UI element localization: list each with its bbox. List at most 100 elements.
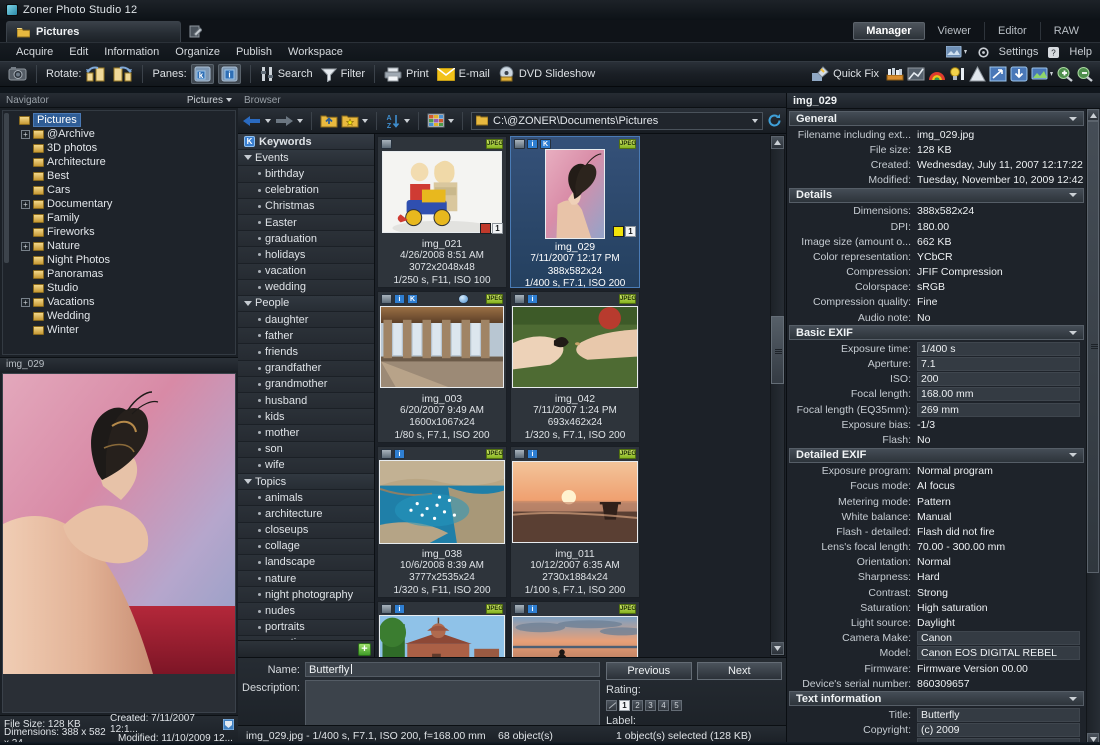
folder-tree-item-night-photos[interactable]: Night Photos <box>3 253 235 267</box>
info-row-value[interactable]: 269 mm <box>917 403 1080 417</box>
rating-option-3[interactable]: 3 <box>645 700 656 711</box>
sort-dropdown-icon[interactable] <box>404 119 410 123</box>
thumbnail-item[interactable]: iJPEGimg_01110/12/2007 6:35 AM2730x1884x… <box>510 446 640 598</box>
rotate-right-icon[interactable] <box>111 66 133 83</box>
thumbnail-item[interactable]: JPEG1img_0214/26/2008 8:51 AM3072x2048x4… <box>377 136 507 288</box>
keyword-item-christmas[interactable]: Christmas <box>238 199 374 215</box>
keyword-item-husband[interactable]: husband <box>238 393 374 409</box>
quick-fix-button[interactable]: Quick Fix <box>807 65 883 83</box>
folder-tree-item-studio[interactable]: Studio <box>3 281 235 295</box>
keyword-item-grandmother[interactable]: grandmother <box>238 377 374 393</box>
dvd-slideshow-button[interactable]: DVD Slideshow <box>494 65 599 83</box>
add-keyword-icon[interactable]: + <box>358 643 371 656</box>
thumbnail-item[interactable]: iJPEGimg_03810/6/2008 8:39 AM3777x2535x2… <box>377 446 507 598</box>
expand-icon[interactable]: + <box>21 130 30 139</box>
rating-option-2[interactable]: 2 <box>632 700 643 711</box>
keyword-item-collage[interactable]: collage <box>238 539 374 555</box>
favorite-folder-icon[interactable] <box>341 113 359 129</box>
thumbnail-item[interactable]: iJPEGimg_03110/8/2007 6:35 AM2882x1954x2… <box>510 601 640 657</box>
screen-mode-icon[interactable] <box>946 46 968 58</box>
back-arrow-icon[interactable] <box>242 114 262 128</box>
tree-scrollbar[interactable] <box>4 113 9 263</box>
filter-button[interactable]: Filter <box>317 66 369 83</box>
expand-icon[interactable]: + <box>21 298 30 307</box>
thumbnail-item[interactable]: iKJPEGimg_0036/20/2007 9:49 AM1600x1067x… <box>377 291 507 443</box>
expand-icon[interactable]: + <box>21 200 30 209</box>
rating-selector[interactable]: 12345 <box>606 700 782 711</box>
folder-tree-item-nature[interactable]: +Nature <box>3 239 235 253</box>
scroll-down-icon[interactable] <box>771 642 784 655</box>
print-button[interactable]: Print <box>380 66 433 83</box>
keyword-item-closeups[interactable]: closeups <box>238 523 374 539</box>
chevron-down-icon[interactable] <box>1069 331 1077 335</box>
keyword-item-daughter[interactable]: daughter <box>238 312 374 328</box>
info-row-value[interactable]: Canon <box>917 631 1080 645</box>
lighting-icon[interactable] <box>949 66 966 82</box>
folder-up-icon[interactable] <box>320 113 338 129</box>
keyword-item-birthday[interactable]: birthday <box>238 166 374 182</box>
info-section-details[interactable]: Details <box>789 188 1084 203</box>
keyword-item-nature[interactable]: nature <box>238 571 374 587</box>
rating-option-5[interactable]: 5 <box>671 700 682 711</box>
folder-tree[interactable]: Pictures+@Archive3D photosArchitectureBe… <box>2 110 236 355</box>
zoom-out-icon[interactable] <box>1076 66 1093 82</box>
folder-tree-item-3d-photos[interactable]: 3D photos <box>3 141 235 155</box>
keyword-item-night-photography[interactable]: night photography <box>238 587 374 603</box>
info-row-value[interactable]: 168.00 mm <box>917 387 1080 401</box>
chevron-down-icon[interactable] <box>1069 453 1077 457</box>
folder-tree-item-archive[interactable]: +@Archive <box>3 127 235 141</box>
info-section-text-information[interactable]: Text information <box>789 691 1084 706</box>
keyword-group-topics[interactable]: Topics <box>238 474 374 490</box>
keyword-item-wedding[interactable]: wedding <box>238 280 374 296</box>
info-row-value[interactable]: (c) 2009 <box>917 723 1080 737</box>
navigator-selector[interactable]: Pictures <box>187 95 232 106</box>
preview-image[interactable] <box>2 373 236 713</box>
keyword-item-animals[interactable]: animals <box>238 490 374 506</box>
color-icon[interactable] <box>928 66 946 82</box>
view-dropdown-icon[interactable] <box>448 119 454 123</box>
name-input[interactable]: Butterfly <box>305 662 600 677</box>
keyword-item-father[interactable]: father <box>238 328 374 344</box>
next-button[interactable]: Next <box>697 662 783 680</box>
chevron-down-icon[interactable] <box>1069 193 1077 197</box>
thumbnail-grid-area[interactable]: JPEG1img_0214/26/2008 8:51 AM3072x2048x4… <box>375 134 786 657</box>
keyword-item-holidays[interactable]: holidays <box>238 247 374 263</box>
chevron-down-icon[interactable] <box>1069 117 1077 121</box>
chevron-down-icon[interactable] <box>244 300 251 307</box>
info-row-value[interactable]: Butterfly <box>917 708 1080 722</box>
keyword-item-friends[interactable]: friends <box>238 344 374 360</box>
keyword-item-portraits[interactable]: portraits <box>238 620 374 636</box>
thumbnail-item[interactable]: iJPEGimg_0427/11/2007 1:24 PM693x462x241… <box>510 291 640 443</box>
previous-button[interactable]: Previous <box>606 662 692 680</box>
email-button[interactable]: E-mail <box>433 67 494 82</box>
help-icon[interactable]: ? <box>1048 47 1059 58</box>
expand-icon[interactable]: + <box>21 242 30 251</box>
info-row-value[interactable]: Canon EOS DIGITAL REBEL <box>917 646 1080 660</box>
keyword-item-easter[interactable]: Easter <box>238 215 374 231</box>
scrollbar-thumb[interactable] <box>771 316 784 384</box>
mode-viewer[interactable]: Viewer <box>925 22 985 40</box>
back-dropdown-icon[interactable] <box>265 119 271 123</box>
keywords-pane-icon[interactable]: k <box>191 64 214 84</box>
folder-tree-item-pictures[interactable]: Pictures <box>3 113 235 127</box>
slideshow-icon[interactable] <box>1031 66 1053 82</box>
rating-option-4[interactable]: 4 <box>658 700 669 711</box>
info-section-detailed-exif[interactable]: Detailed EXIF <box>789 448 1084 463</box>
zoom-in-icon[interactable] <box>1056 66 1073 82</box>
chevron-down-icon[interactable] <box>244 478 251 485</box>
keyword-item-landscape[interactable]: landscape <box>238 555 374 571</box>
info-row-value[interactable]: 200 <box>917 372 1080 386</box>
folder-tree-item-panoramas[interactable]: Panoramas <box>3 267 235 281</box>
mode-manager[interactable]: Manager <box>853 22 924 40</box>
menu-workspace[interactable]: Workspace <box>280 45 351 59</box>
refresh-icon[interactable] <box>766 113 782 129</box>
keyword-group-people[interactable]: People <box>238 296 374 312</box>
workspace-tab-pictures[interactable]: Pictures <box>6 21 181 42</box>
rating-option-1[interactable]: 1 <box>619 700 630 711</box>
keyword-item-grandfather[interactable]: grandfather <box>238 361 374 377</box>
help-label[interactable]: Help <box>1069 46 1092 58</box>
path-dropdown-icon[interactable] <box>752 119 758 123</box>
mode-raw[interactable]: RAW <box>1041 22 1092 40</box>
levels-icon[interactable] <box>907 66 925 82</box>
gear-icon[interactable] <box>978 47 989 58</box>
